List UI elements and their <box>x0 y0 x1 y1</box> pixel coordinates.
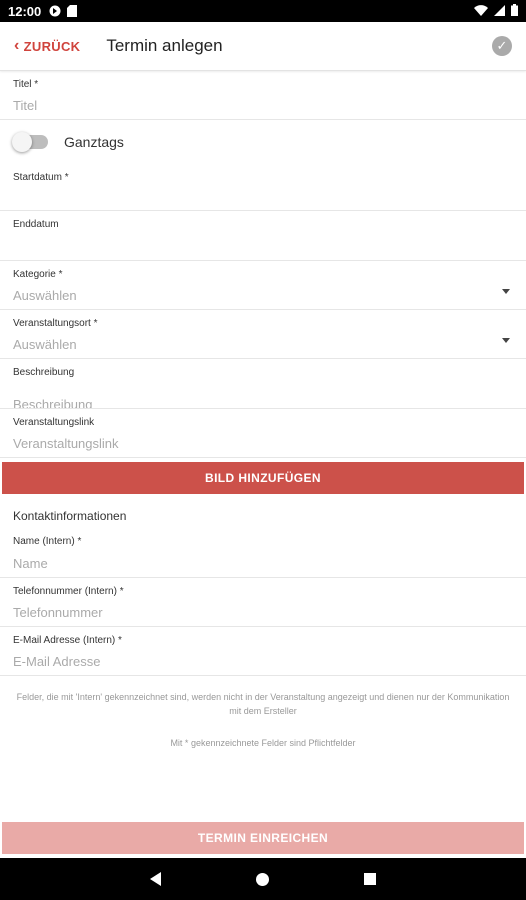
nav-back-icon[interactable] <box>150 872 161 886</box>
intern-note: Felder, die mit 'Intern' gekennzeichnet … <box>16 692 510 716</box>
wifi-icon <box>474 4 488 19</box>
allday-label: Ganztags <box>64 134 124 150</box>
page-title: Termin anlegen <box>106 36 223 55</box>
name-label: Name (Intern) * <box>13 536 82 547</box>
venue-select[interactable]: Veranstaltungsort * <box>0 310 526 359</box>
screen: ‹ ZURÜCK Termin anlegen ✓ Titel * Ganzta… <box>0 22 526 858</box>
phone-label: Telefonnummer (Intern) * <box>13 586 124 597</box>
link-input[interactable] <box>13 436 496 451</box>
allday-toggle[interactable] <box>12 132 48 152</box>
nav-home-icon[interactable] <box>256 872 269 886</box>
allday-row: Ganztags <box>0 120 526 164</box>
status-bar: 12:00 <box>0 0 526 22</box>
email-input[interactable] <box>13 654 496 669</box>
description-input[interactable] <box>13 397 496 408</box>
required-note: Mit * gekennzeichnete Felder sind Pflich… <box>170 738 356 748</box>
description-label: Beschreibung <box>13 367 75 378</box>
venue-label: Veranstaltungsort * <box>13 318 98 329</box>
battery-icon <box>511 3 518 19</box>
sd-card-icon <box>67 5 79 17</box>
nav-recents-icon[interactable] <box>364 873 376 885</box>
category-input[interactable] <box>13 288 496 303</box>
app-notification-icon <box>49 5 61 17</box>
start-date-label: Startdatum * <box>13 172 69 183</box>
phone-field: Telefonnummer (Intern) * <box>0 578 526 627</box>
submit-button[interactable]: TERMIN EINREICHEN <box>2 822 524 854</box>
phone-input[interactable] <box>13 605 496 620</box>
chevron-left-icon: ‹ <box>14 37 20 54</box>
email-field: E-Mail Adresse (Intern) * <box>0 627 526 676</box>
dropdown-arrow-icon <box>502 289 510 294</box>
back-label: ZURÜCK <box>23 38 81 54</box>
end-date-label: Enddatum <box>13 219 59 230</box>
venue-input[interactable] <box>13 337 496 352</box>
end-date-field[interactable]: Enddatum <box>0 211 526 261</box>
contact-section-title: Kontaktinformationen <box>13 509 127 523</box>
description-field: Beschreibung <box>0 359 526 409</box>
title-field: Titel * <box>0 71 526 120</box>
status-time: 12:00 <box>8 3 42 19</box>
category-label: Kategorie * <box>13 269 63 280</box>
navigation-bar <box>0 858 526 900</box>
email-label: E-Mail Adresse (Intern) * <box>13 635 122 646</box>
title-input[interactable] <box>13 98 496 113</box>
name-input[interactable] <box>13 556 496 571</box>
back-button[interactable]: ‹ ZURÜCK <box>14 38 80 54</box>
link-field: Veranstaltungslink <box>0 409 526 458</box>
add-image-button[interactable]: BILD HINZUFÜGEN <box>2 462 524 494</box>
signal-icon <box>494 4 505 19</box>
app-bar: ‹ ZURÜCK Termin anlegen ✓ <box>0 22 526 71</box>
toggle-knob <box>12 132 32 152</box>
link-label: Veranstaltungslink <box>13 417 95 428</box>
start-date-field[interactable]: Startdatum * <box>0 164 526 211</box>
dropdown-arrow-icon <box>502 338 510 343</box>
name-field: Name (Intern) * <box>0 528 526 578</box>
check-circle-icon[interactable]: ✓ <box>492 36 512 56</box>
title-label: Titel * <box>13 79 39 90</box>
category-select[interactable]: Kategorie * <box>0 261 526 310</box>
